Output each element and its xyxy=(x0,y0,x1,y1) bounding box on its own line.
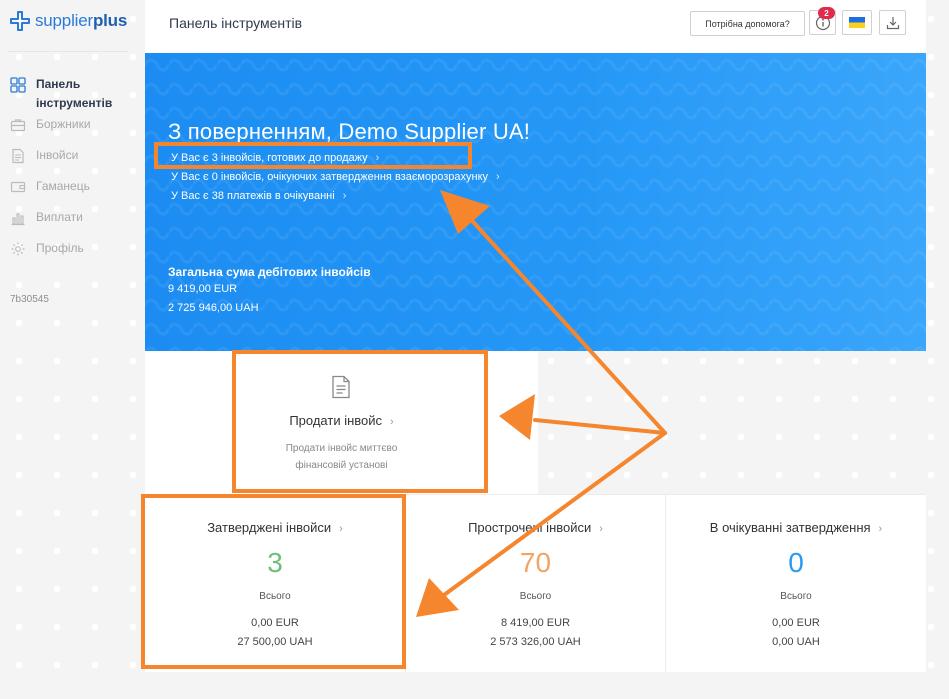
total-eur: 9 419,00 EUR xyxy=(168,283,238,295)
gear-icon xyxy=(11,242,25,256)
stat-card-approved[interactable]: Затверджені інвойси › 3 Всього 0,00 EUR 2… xyxy=(145,495,405,673)
sidebar-item-wallet[interactable]: Гаманець xyxy=(10,177,135,208)
sidebar-item-debtors[interactable]: Боржники xyxy=(10,115,135,146)
chevron-right-icon: › xyxy=(496,171,500,183)
banner-pattern xyxy=(145,53,926,351)
chevron-right-icon: › xyxy=(342,190,347,202)
help-button[interactable]: Потрібна допомога? xyxy=(690,11,805,36)
sidebar-item-payouts[interactable]: Виплати xyxy=(10,208,135,239)
link-text: У Вас є 0 інвойсів, очікуючих затверджен… xyxy=(171,171,489,183)
sidebar-nav: Панель інструментів Боржники Інвойси Гам… xyxy=(10,75,135,270)
document-icon xyxy=(332,375,350,399)
invoice-stats: Затверджені інвойси › 3 Всього 0,00 EUR 2… xyxy=(145,494,926,673)
stat-title-label: В очікуванні затвердження xyxy=(709,520,871,535)
sidebar-item-label: Профіль xyxy=(36,241,84,255)
logo-icon xyxy=(10,11,30,31)
sell-invoice-label: Продати інвойс xyxy=(289,413,383,428)
sidebar-item-label: Інвойси xyxy=(36,148,79,162)
stat-title[interactable]: Затверджені інвойси › xyxy=(145,520,405,535)
stat-card-pending-approval[interactable]: В очікуванні затвердження › 0 Всього 0,00… xyxy=(665,495,926,673)
chevron-right-icon: › xyxy=(878,523,883,535)
briefcase-icon xyxy=(10,119,26,132)
invoices-pending-settlement-link[interactable]: У Вас є 0 інвойсів, очікуючих затверджен… xyxy=(171,171,500,183)
bar-chart-icon xyxy=(11,213,25,226)
page-title: Панель інструментів xyxy=(169,15,303,31)
stat-amount-uah: 2 573 326,00 UAH xyxy=(490,636,581,648)
divider xyxy=(8,51,128,52)
flag-ua-icon xyxy=(849,17,865,28)
arrow-line xyxy=(533,418,667,435)
stat-value: 70 xyxy=(519,547,552,578)
welcome-banner: З поверненням, Demo Supplier UA! У Вас є… xyxy=(145,53,926,351)
language-button[interactable] xyxy=(842,10,872,35)
stat-title-label: Затверджені інвойси xyxy=(207,520,332,535)
invoices-ready-link[interactable]: У Вас є 3 інвойсів, готових до продажу › xyxy=(171,152,379,164)
stat-amount-eur: 0,00 EUR xyxy=(251,617,299,629)
total-uah: 2 725 946,00 UAH xyxy=(168,302,259,314)
stat-title[interactable]: Прострочені інвойси › xyxy=(406,520,665,535)
sell-invoice-tile[interactable]: Продати інвойс › Продати інвойс миттєво ф… xyxy=(145,351,538,494)
stat-amount-uah: 0,00 UAH xyxy=(772,636,820,648)
document-icon xyxy=(12,148,24,164)
sidebar-item-dashboard[interactable]: Панель інструментів xyxy=(10,75,135,115)
stat-sub-label: Всього xyxy=(259,591,291,602)
chevron-right-icon: › xyxy=(375,152,380,164)
stat-amount-eur: 8 419,00 EUR xyxy=(500,617,571,629)
sidebar-item-label: Виплати xyxy=(36,210,83,224)
logo[interactable]: supplierplus xyxy=(9,10,127,32)
chevron-right-icon: › xyxy=(390,416,394,428)
dashboard-icon xyxy=(10,77,26,93)
payments-pending-link[interactable]: У Вас є 38 платежів в очікуванні › xyxy=(171,190,346,202)
stat-value: 3 xyxy=(267,547,283,578)
download-button[interactable] xyxy=(879,10,906,35)
chevron-right-icon: › xyxy=(599,523,603,535)
total-debit-label: Загальна сума дебітових інвойсів xyxy=(168,265,371,279)
stat-amount-uah: 27 500,00 UAH xyxy=(237,636,313,648)
link-text: У Вас є 38 платежів в очікуванні xyxy=(171,190,335,202)
sidebar-item-profile[interactable]: Профіль xyxy=(10,239,135,270)
stat-sub-label: Всього xyxy=(780,591,812,602)
wallet-icon xyxy=(10,181,26,193)
notification-badge: 2 xyxy=(818,7,835,19)
sell-invoice-description: Продати інвойс миттєво фінансовій устано… xyxy=(285,443,398,471)
stat-sub-label: Всього xyxy=(519,591,552,602)
sidebar-item-label: Боржники xyxy=(36,117,91,131)
sidebar-item-label: Панель інструментів xyxy=(36,77,113,110)
stat-title[interactable]: В очікуванні затвердження › xyxy=(666,520,926,535)
sidebar-item-label: Гаманець xyxy=(36,179,90,193)
stat-title-label: Прострочені інвойси xyxy=(468,520,592,535)
logo-text: supplierplus xyxy=(35,11,128,30)
version-label: 7b30545 xyxy=(10,294,49,305)
sell-invoice-title[interactable]: Продати інвойс › xyxy=(145,413,538,428)
stat-amount-eur: 0,00 EUR xyxy=(772,617,820,629)
welcome-heading: З поверненням, Demo Supplier UA! xyxy=(168,119,531,144)
top-header: Панель інструментів Потрібна допомога? 2 xyxy=(145,0,926,53)
link-text: У Вас є 3 інвойсів, готових до продажу xyxy=(171,152,368,164)
chevron-right-icon: › xyxy=(339,523,343,535)
sidebar: supplierplus Панель інструментів Боржник… xyxy=(0,0,140,699)
sidebar-item-invoices[interactable]: Інвойси xyxy=(10,146,135,177)
stat-value: 0 xyxy=(788,547,804,578)
stat-card-overdue[interactable]: Прострочені інвойси › 70 Всього 8 419,00 … xyxy=(405,495,665,673)
download-icon xyxy=(886,16,899,29)
